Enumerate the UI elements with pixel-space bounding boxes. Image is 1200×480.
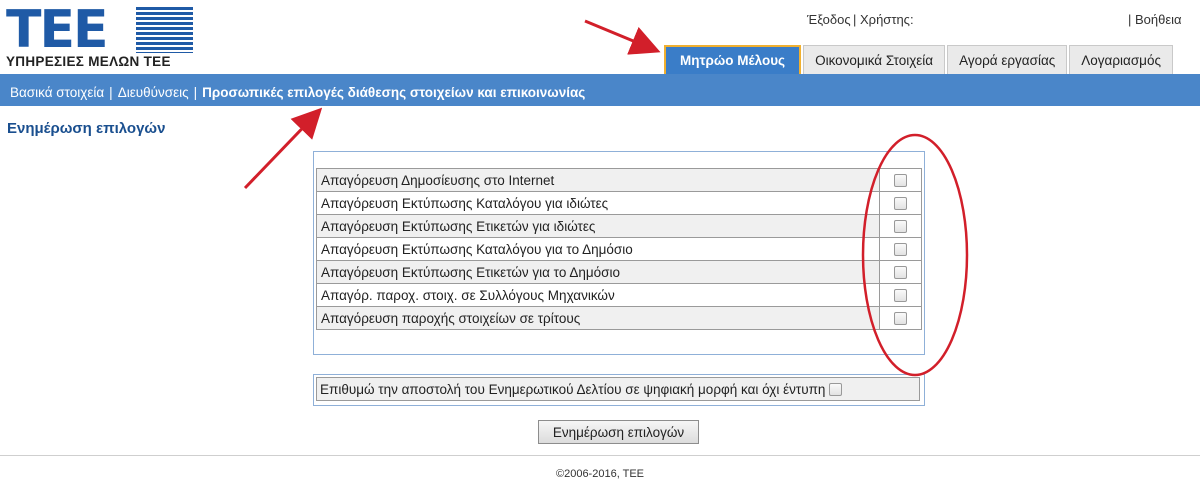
- option-checkbox[interactable]: [894, 289, 907, 303]
- option-checkbox[interactable]: [894, 243, 907, 257]
- copyright: ©2006-2016, ΤΕΕ: [555, 468, 645, 480]
- option-label: Απαγόρευση Εκτύπωσης Ετικετών για ιδιώτε…: [316, 214, 880, 238]
- option-checkbox[interactable]: [894, 312, 907, 326]
- tab-member-registry[interactable]: Μητρώο Μέλους: [664, 45, 802, 74]
- option-label: Απαγόρευση Εκτύπωσης Ετικετών για το Δημ…: [316, 260, 880, 284]
- option-label: Απαγόρευση Δημοσίευσης στο Internet: [316, 168, 880, 192]
- subnav-links: Βασικά στοιχεία | Διευθύνσεις | Προσωπικές ε…: [10, 85, 585, 100]
- annotation-arrow: [584, 19, 661, 55]
- option-label: Απαγόρευση Εκτύπωσης Καταλόγου για ιδιώτ…: [316, 191, 880, 215]
- logout-link[interactable]: Έξοδος: [807, 12, 851, 27]
- annotation-arrow: [243, 107, 323, 190]
- main-tabs: Μητρώο Μέλους Οικονομικά Στοιχεία Αγορά …: [664, 45, 1175, 74]
- subnav-separator: |: [193, 85, 198, 100]
- option-checkbox[interactable]: [894, 266, 907, 280]
- tab-account[interactable]: Λογαριασμός: [1069, 45, 1173, 74]
- newsletter-checkbox[interactable]: [829, 382, 843, 396]
- subnav-personal-options[interactable]: Προσωπικές επιλογές διάθεσης στοιχείων κ…: [202, 85, 585, 100]
- subnav-separator: |: [109, 85, 113, 100]
- table-row: Απαγόρευση Εκτύπωσης Καταλόγου για ιδιώτ…: [316, 191, 922, 215]
- subnav-basic[interactable]: Βασικά στοιχεία: [10, 85, 104, 100]
- sub-navbar: Βασικά στοιχεία | Διευθύνσεις | Προσωπικές ε…: [0, 74, 1200, 106]
- option-label: Απαγόρ. παροχ. στοιχ. σε Συλλόγους Μηχαν…: [316, 283, 880, 307]
- header-separator: |: [853, 12, 857, 27]
- help-link[interactable]: | Βοήθεια: [1128, 12, 1182, 27]
- tab-job-market[interactable]: Αγορά εργασίας: [947, 45, 1068, 74]
- table-row: Απαγόρευση παροχής στοιχείων σε τρίτους: [316, 306, 922, 330]
- logo-letters: ΤΕΕ: [6, 0, 109, 60]
- option-label: Απαγόρευση Εκτύπωσης Καταλόγου για το Δη…: [316, 237, 880, 261]
- logo-subtitle: ΥΠΗΡΕΣΙΕΣ ΜΕΛΩΝ ΤΕΕ: [6, 54, 171, 69]
- option-checkbox[interactable]: [894, 197, 907, 211]
- table-row: Απαγόρευση Εκτύπωσης Καταλόγου για το Δη…: [316, 237, 922, 261]
- footer-divider: [0, 455, 1200, 456]
- newsletter-row: Επιθυμώ την αποστολή του Ενημερωτικού Δε…: [316, 377, 920, 401]
- options-table: Απαγόρευση Δημοσίευσης στο Internet Απαγ…: [316, 168, 922, 330]
- tee-logo[interactable]: ΤΕΕ ΥΠΗΡΕΣΙΕΣ ΜΕΛΩΝ ΤΕΕ: [6, 0, 196, 69]
- newsletter-label: Επιθυμώ την αποστολή του Ενημερωτικού Δε…: [320, 381, 826, 397]
- section-title: Ενημέρωση επιλογών: [7, 120, 166, 137]
- option-checkbox[interactable]: [894, 220, 907, 234]
- user-label: Χρήστης:: [860, 12, 914, 27]
- subnav-addresses[interactable]: Διευθύνσεις: [118, 85, 189, 100]
- option-label: Απαγόρευση παροχής στοιχείων σε τρίτους: [316, 306, 880, 330]
- table-row: Απαγόρευση Δημοσίευσης στο Internet: [316, 168, 922, 192]
- tab-financial[interactable]: Οικονομικά Στοιχεία: [803, 45, 946, 74]
- logo-stripes: [136, 7, 193, 53]
- table-row: Απαγόρευση Εκτύπωσης Ετικετών για ιδιώτε…: [316, 214, 922, 238]
- table-row: Απαγόρευση Εκτύπωσης Ετικετών για το Δημ…: [316, 260, 922, 284]
- table-row: Απαγόρ. παροχ. στοιχ. σε Συλλόγους Μηχαν…: [316, 283, 922, 307]
- update-options-button[interactable]: Ενημέρωση επιλογών: [538, 420, 699, 444]
- option-checkbox[interactable]: [894, 174, 907, 188]
